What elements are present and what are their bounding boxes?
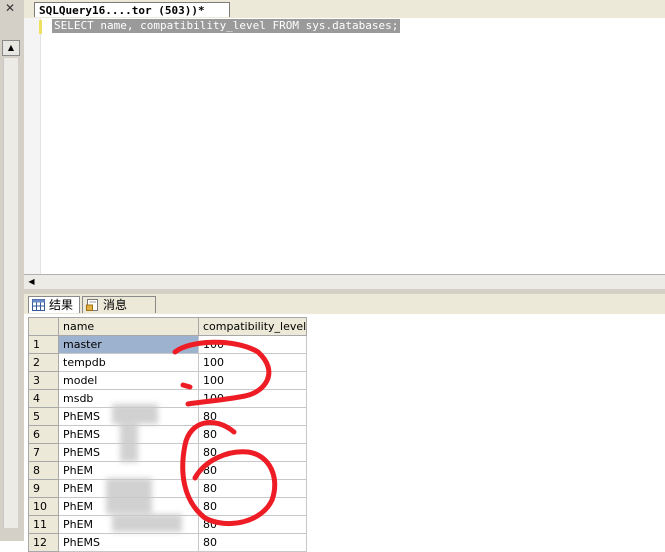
table-row[interactable]: 4 msdb 100	[28, 389, 308, 408]
table-row[interactable]: 9 PhEM 80	[28, 479, 308, 498]
table-row[interactable]: 12 PhEMS 80	[28, 533, 308, 552]
redacted-region	[120, 422, 138, 462]
scroll-up-icon[interactable]: ▲	[2, 40, 20, 56]
cell-compatibility-level[interactable]: 80	[197, 533, 308, 552]
sql-query-text[interactable]: SELECT name, compatibility_level FROM sy…	[52, 19, 401, 33]
table-row[interactable]: 8 PhEM 80	[28, 461, 308, 480]
tab-messages-label: 消息	[103, 298, 128, 312]
cell-name[interactable]: PhEMS	[58, 533, 199, 552]
vertical-scrollbar[interactable]	[3, 58, 18, 528]
table-row[interactable]: 2 tempdb 100	[28, 353, 308, 372]
scroll-left-icon[interactable]: ◀	[26, 276, 37, 287]
row-number[interactable]: 3	[28, 371, 59, 390]
close-icon[interactable]: ✕	[3, 1, 17, 15]
cell-compatibility-level[interactable]: 100	[197, 371, 308, 390]
redacted-region	[112, 404, 158, 424]
object-explorer-strip: ✕ ▲	[0, 0, 25, 541]
cell-compatibility-level[interactable]: 80	[197, 479, 308, 498]
cell-compatibility-level[interactable]: 80	[197, 497, 308, 516]
table-row[interactable]: 5 PhEMS 80	[28, 407, 308, 426]
results-tab-bar: 结果 消息	[24, 294, 665, 315]
row-number[interactable]: 8	[28, 461, 59, 480]
table-row[interactable]: 10 PhEM 80	[28, 497, 308, 516]
document-tab-bar: SQLQuery16....tor (503))*	[24, 0, 665, 19]
editor-horizontal-scrollbar[interactable]: ◀	[24, 274, 665, 290]
column-header-compatibility-level[interactable]: compatibility_level	[197, 317, 308, 336]
cell-compatibility-level[interactable]: 80	[197, 407, 308, 426]
row-number[interactable]: 2	[28, 353, 59, 372]
editor-gutter	[24, 18, 41, 274]
cell-compatibility-level[interactable]: 100	[197, 353, 308, 372]
column-header-name[interactable]: name	[58, 317, 199, 336]
cell-name[interactable]: PhEM	[58, 461, 199, 480]
cell-compatibility-level[interactable]: 80	[197, 515, 308, 534]
table-row[interactable]: 6 PhEMS 80	[28, 425, 308, 444]
cell-name[interactable]: master	[58, 335, 199, 354]
unsaved-change-marker	[39, 20, 42, 34]
cell-compatibility-level[interactable]: 80	[197, 443, 308, 462]
table-row[interactable]: 7 PhEMS 80	[28, 443, 308, 462]
cell-name[interactable]: tempdb	[58, 353, 199, 372]
grid-icon	[32, 299, 45, 311]
redacted-region	[112, 514, 182, 532]
redacted-region	[106, 478, 152, 514]
row-number[interactable]: 7	[28, 443, 59, 462]
tab-messages[interactable]: 消息	[82, 296, 156, 313]
row-number[interactable]: 5	[28, 407, 59, 426]
cell-compatibility-level[interactable]: 80	[197, 425, 308, 444]
tab-sqlquery16[interactable]: SQLQuery16....tor (503))*	[34, 2, 230, 17]
row-number[interactable]: 1	[28, 335, 59, 354]
cell-compatibility-level[interactable]: 100	[197, 389, 308, 408]
header-row: name compatibility_level	[28, 317, 308, 336]
table-row[interactable]: 3 model 100	[28, 371, 308, 390]
row-number[interactable]: 9	[28, 479, 59, 498]
table-row[interactable]: 1 master 100	[28, 335, 308, 354]
query-editor[interactable]: SELECT name, compatibility_level FROM sy…	[24, 18, 665, 274]
cell-name[interactable]: model	[58, 371, 199, 390]
grid-corner[interactable]	[28, 317, 59, 336]
message-icon	[86, 299, 98, 311]
tab-results-label: 结果	[49, 298, 74, 312]
tab-results[interactable]: 结果	[28, 296, 80, 313]
row-number[interactable]: 11	[28, 515, 59, 534]
row-number[interactable]: 10	[28, 497, 59, 516]
cell-compatibility-level[interactable]: 80	[197, 461, 308, 480]
row-number[interactable]: 4	[28, 389, 59, 408]
row-number[interactable]: 6	[28, 425, 59, 444]
row-number[interactable]: 12	[28, 533, 59, 552]
cell-compatibility-level[interactable]: 100	[197, 335, 308, 354]
